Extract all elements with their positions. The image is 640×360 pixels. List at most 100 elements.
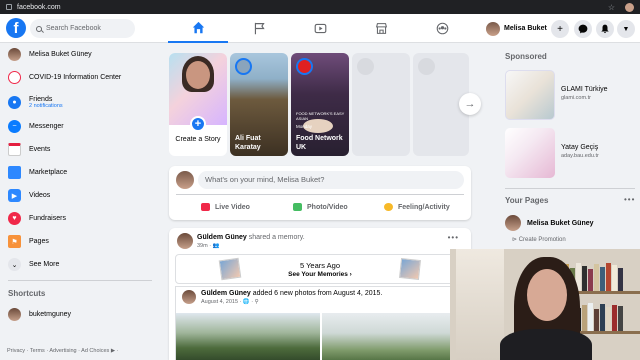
friends-icon: ● — [8, 95, 21, 109]
status-input[interactable]: What's on your mind, Melisa Buket? — [198, 171, 464, 189]
account-menu-button[interactable]: ▼ — [617, 20, 635, 38]
search-icon — [36, 25, 42, 32]
photo-video-button[interactable]: Photo/Video — [293, 198, 348, 216]
sidebar-item-pages[interactable]: ⚑ Pages — [0, 230, 160, 253]
shared-post-header: Güldem Güney added 6 new photos from Aug… — [201, 290, 382, 297]
sidebar-item-events[interactable]: Events — [0, 138, 160, 161]
shared-post: Güldem Güney added 6 new photos from Aug… — [175, 286, 466, 360]
ad-image — [505, 128, 555, 178]
post-photo[interactable] — [322, 313, 466, 360]
heart-icon: ♥ — [8, 212, 21, 225]
live-video-icon — [201, 203, 210, 211]
messenger-button[interactable] — [574, 20, 592, 38]
avatar — [505, 215, 521, 231]
watch-icon — [314, 23, 326, 34]
plus-icon: + — [557, 23, 563, 35]
avatar — [176, 171, 194, 189]
photo-video-label: Photo/Video — [307, 203, 348, 211]
store-icon — [8, 166, 21, 179]
story-name: Food Network UK — [296, 135, 343, 151]
more-options-icon[interactable]: ••• — [624, 195, 635, 204]
star-icon[interactable]: ☆ — [608, 3, 615, 12]
sidebar-item-label: Pages — [29, 238, 49, 245]
sidebar-item-see-more[interactable]: ⌄ See More — [0, 253, 160, 276]
store-icon — [375, 23, 387, 34]
photo-grid[interactable] — [176, 313, 466, 360]
post-composer: What's on your mind, Melisa Buket? Live … — [169, 166, 471, 220]
page-name: Melisa Buket Güney — [527, 219, 594, 227]
home-tab[interactable] — [168, 14, 228, 43]
url-bar[interactable]: facebook.com — [17, 4, 61, 11]
sidebar-item-label: Events — [29, 146, 51, 153]
ad-title: GLAMI Türkiye — [561, 86, 608, 93]
ad-image — [505, 70, 555, 120]
marketplace-tab[interactable] — [351, 14, 411, 43]
footer-links[interactable]: Privacy · Terms · Advertising · Ad Choic… — [7, 348, 118, 354]
notification-count: 2 notifications — [29, 102, 63, 109]
sidebar-item-covid[interactable]: COVID-19 Information Center — [0, 66, 160, 89]
create-button[interactable]: + — [551, 20, 569, 38]
feed-post: Güldem Güney shared a memory. 39m · 👥 ••… — [169, 228, 471, 360]
sidebar-item-fundraisers[interactable]: ♥ Fundraisers — [0, 207, 160, 230]
groups-tab[interactable] — [412, 14, 472, 43]
covid-icon — [8, 71, 21, 84]
create-story-label: Create a Story — [175, 136, 221, 143]
shared-post-author[interactable]: Güldem Güney — [201, 290, 251, 297]
sidebar-item-videos[interactable]: ▶ Videos — [0, 184, 160, 207]
sidebar-item-label: Marketplace — [29, 169, 68, 176]
sidebar-item-friends[interactable]: ● Friends 2 notifications — [0, 89, 160, 115]
smiley-icon — [384, 203, 393, 211]
more-options-icon[interactable]: ••• — [448, 233, 459, 242]
watch-tab[interactable] — [290, 14, 350, 43]
page-item[interactable]: Melisa Buket Güney — [505, 215, 594, 231]
sidebar-item-label: See More — [29, 261, 60, 268]
your-pages-title: Your Pages — [505, 196, 549, 205]
post-author[interactable]: Güldem Güney — [197, 234, 247, 241]
story-name: Ali Fuat Karatay — [235, 135, 261, 151]
see-memories-link[interactable]: See Your Memories › — [176, 271, 464, 278]
webcam-overlay — [450, 249, 640, 360]
stories-next-button[interactable]: → — [459, 93, 481, 115]
lock-icon — [6, 4, 12, 10]
search-input[interactable]: Search Facebook — [30, 19, 135, 38]
live-video-button[interactable]: Live Video — [201, 198, 250, 216]
story-overlay-sub: Monday — [296, 124, 313, 129]
avatar[interactable] — [182, 290, 196, 304]
sidebar-item-messenger[interactable]: ~ Messenger — [0, 115, 160, 138]
post-time[interactable]: 39m · 👥 — [197, 243, 219, 249]
friends-icon: 👥 — [212, 243, 220, 249]
shortcut-item[interactable]: buketmguney — [0, 303, 160, 326]
profile-button[interactable]: Melisa Buket — [484, 19, 552, 38]
shortcuts-title: Shortcuts — [8, 289, 46, 298]
facebook-logo[interactable]: f — [6, 18, 26, 38]
sponsored-ad[interactable]: Yatay Geçiş aday.bau.edu.tr — [505, 128, 599, 178]
pages-tab[interactable] — [229, 14, 289, 43]
shared-post-time[interactable]: August 4, 2015 · 🌐 · ⚲ — [201, 299, 259, 305]
sidebar-item-profile[interactable]: Melisa Buket Güney — [0, 43, 160, 66]
messenger-icon — [578, 24, 588, 34]
create-story-card[interactable]: + Create a Story — [169, 53, 227, 156]
avatar — [8, 308, 21, 321]
browser-profile-avatar[interactable] — [625, 2, 634, 12]
shared-post-action: added 6 new photos from August 4, 2015. — [252, 290, 383, 297]
flag-icon — [254, 22, 265, 35]
sidebar-item-label: Melisa Buket Güney — [29, 51, 92, 58]
feeling-label: Feeling/Activity — [398, 203, 450, 211]
avatar — [235, 58, 252, 75]
flag-icon: ⚑ — [8, 235, 21, 248]
memory-title: 5 Years Ago — [299, 261, 341, 270]
post-photo[interactable] — [176, 313, 320, 360]
feeling-activity-button[interactable]: Feeling/Activity — [384, 198, 450, 216]
sponsored-ad[interactable]: GLAMI Türkiye glami.com.tr — [505, 70, 608, 120]
sidebar-item-marketplace[interactable]: Marketplace — [0, 161, 160, 184]
divider — [8, 280, 152, 281]
notifications-button[interactable] — [596, 20, 614, 38]
ad-domain: aday.bau.edu.tr — [561, 153, 599, 159]
story-card[interactable]: FOOD NETWORK'S EASY ASIAN Monday Food Ne… — [291, 53, 349, 156]
create-promotion-link[interactable]: ⊳ Create Promotion — [512, 236, 566, 243]
sponsored-title: Sponsored — [505, 52, 547, 61]
bell-icon — [601, 24, 609, 34]
story-card[interactable]: Ali Fuat Karatay — [230, 53, 288, 156]
divider — [176, 194, 464, 195]
avatar[interactable] — [177, 233, 193, 249]
